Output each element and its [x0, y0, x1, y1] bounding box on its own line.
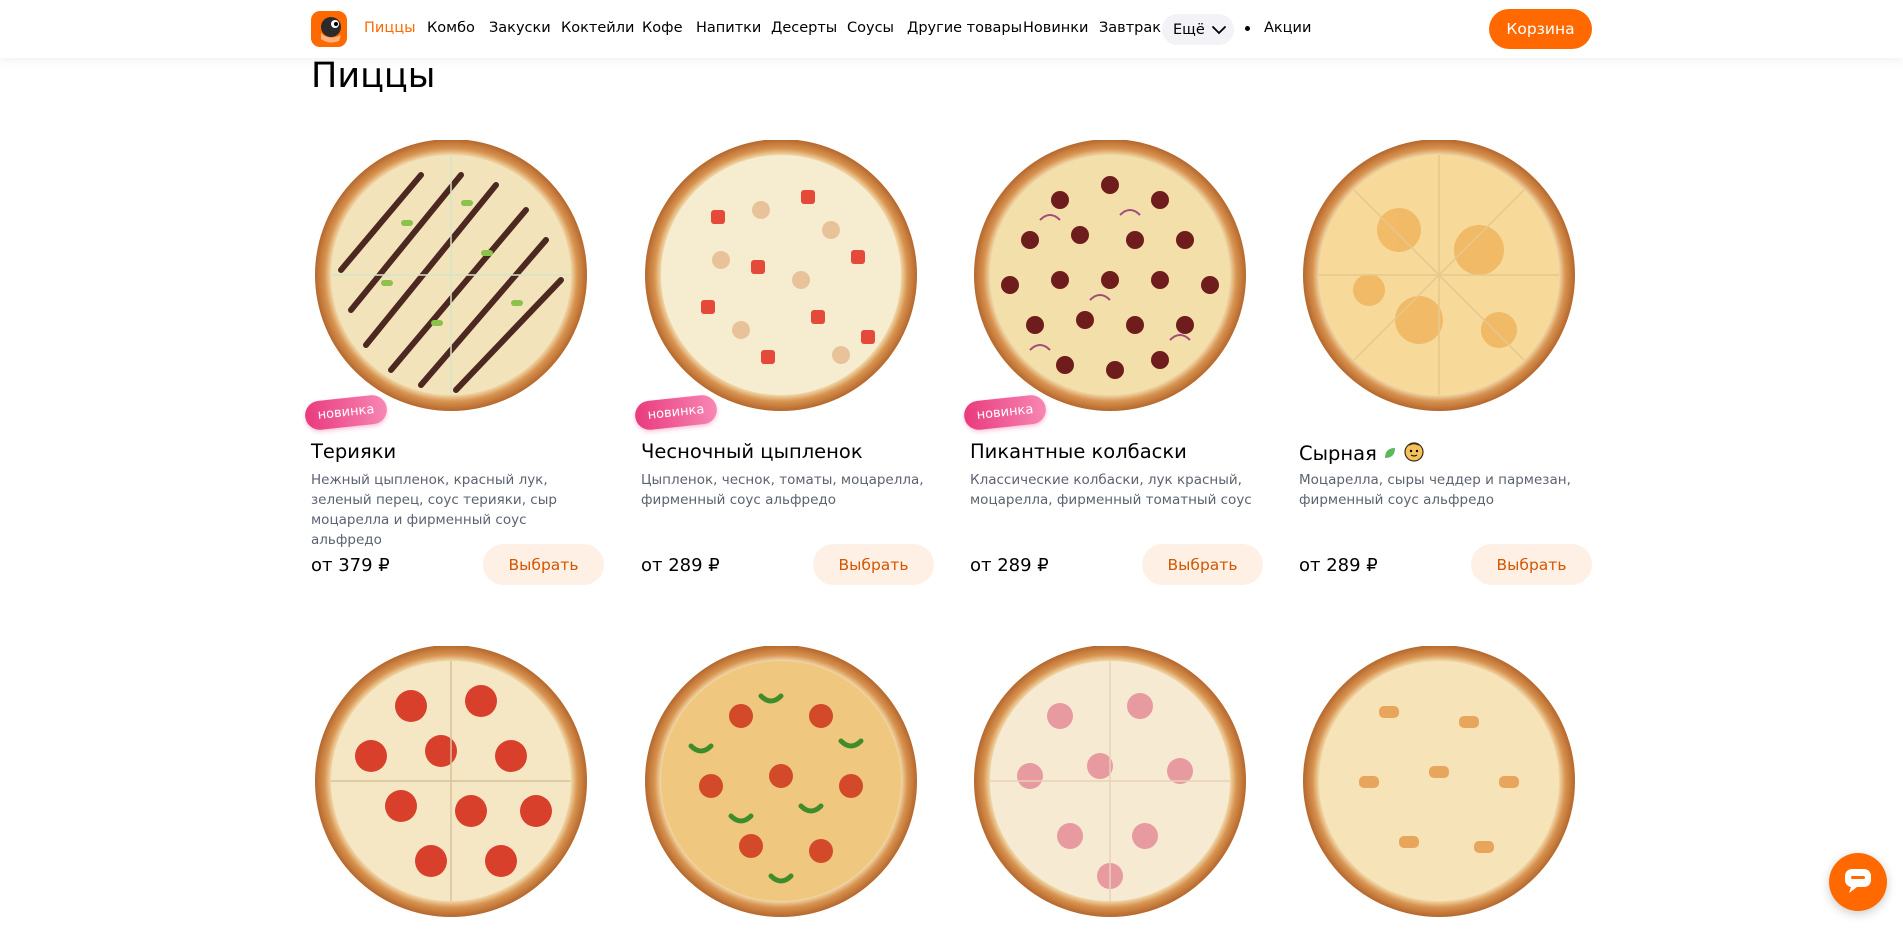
more-menu-label: Ещё	[1173, 21, 1205, 38]
product-name: Чесночный цыпленок	[641, 440, 863, 463]
product-description: Нежный цыпленок, красный лук, зеленый пе…	[311, 472, 557, 548]
product-description: Цыпленок, чеснок, томаты, моцарелла, фир…	[641, 472, 924, 508]
product-name: Терияки	[311, 440, 397, 463]
leaf-icon	[1383, 442, 1397, 465]
dodo-logo[interactable]	[311, 11, 347, 47]
child-face-icon	[1403, 440, 1425, 467]
product-name: Пикантные колбаски	[970, 440, 1187, 463]
chat-bubble-icon	[1843, 866, 1873, 898]
choose-button[interactable]: Выбрать	[1471, 544, 1592, 585]
choose-button[interactable]: Выбрать	[483, 544, 604, 585]
support-chat-button[interactable]	[1829, 853, 1887, 911]
nav-item-new[interactable]: Новинки	[1023, 20, 1088, 36]
pizza-image-cheese[interactable]	[1299, 140, 1592, 430]
choose-button[interactable]: Выбрать	[1142, 544, 1263, 585]
nav-item-promotions[interactable]: Акции	[1264, 20, 1311, 36]
product-description: Моцарелла, сыры чеддер и пармезан, фирме…	[1299, 472, 1571, 508]
header: Пиццы Комбо Закуски Коктейли Кофе Напитк…	[0, 0, 1903, 58]
nav-item-combo[interactable]: Комбо	[427, 20, 475, 36]
nav-item-drinks[interactable]: Напитки	[696, 20, 761, 36]
product-price: от 289 ₽	[970, 555, 1049, 576]
nav-item-other-goods[interactable]: Другие товары	[907, 20, 1022, 36]
choose-button[interactable]: Выбрать	[813, 544, 934, 585]
pizza-image-garlic-chicken[interactable]	[641, 140, 934, 430]
product-price: от 289 ₽	[1299, 555, 1378, 576]
product-price: от 289 ₽	[641, 555, 720, 576]
chevron-down-icon	[1211, 20, 1226, 39]
pizza-image-teriyaki[interactable]	[311, 140, 604, 430]
more-menu-button[interactable]: Ещё	[1162, 14, 1234, 45]
nav-item-sauces[interactable]: Соусы	[847, 20, 894, 36]
nav-item-breakfast[interactable]: Завтрак	[1099, 20, 1161, 36]
nav-item-snacks[interactable]: Закуски	[489, 20, 551, 36]
product-name: Сырная	[1299, 440, 1425, 467]
product-description: Классические колбаски, лук красный, моца…	[970, 472, 1252, 508]
nav-item-desserts[interactable]: Десерты	[771, 20, 837, 36]
separator-dot	[1245, 26, 1250, 31]
pizza-image-pepper-mix[interactable]	[641, 646, 934, 936]
page-title: Пиццы	[311, 56, 436, 96]
product-price: от 379 ₽	[311, 555, 390, 576]
pizza-image-sausage[interactable]	[970, 140, 1263, 430]
pizza-image-ham[interactable]	[970, 646, 1263, 936]
pizza-image-pepperoni[interactable]	[311, 646, 604, 936]
nav-item-pizzas[interactable]: Пиццы	[364, 20, 416, 36]
pizza-image-chicken-cheese[interactable]	[1299, 646, 1592, 936]
cart-button[interactable]: Корзина	[1489, 9, 1592, 49]
nav-item-cocktails[interactable]: Коктейли	[561, 20, 634, 36]
nav-item-coffee[interactable]: Кофе	[642, 20, 682, 36]
